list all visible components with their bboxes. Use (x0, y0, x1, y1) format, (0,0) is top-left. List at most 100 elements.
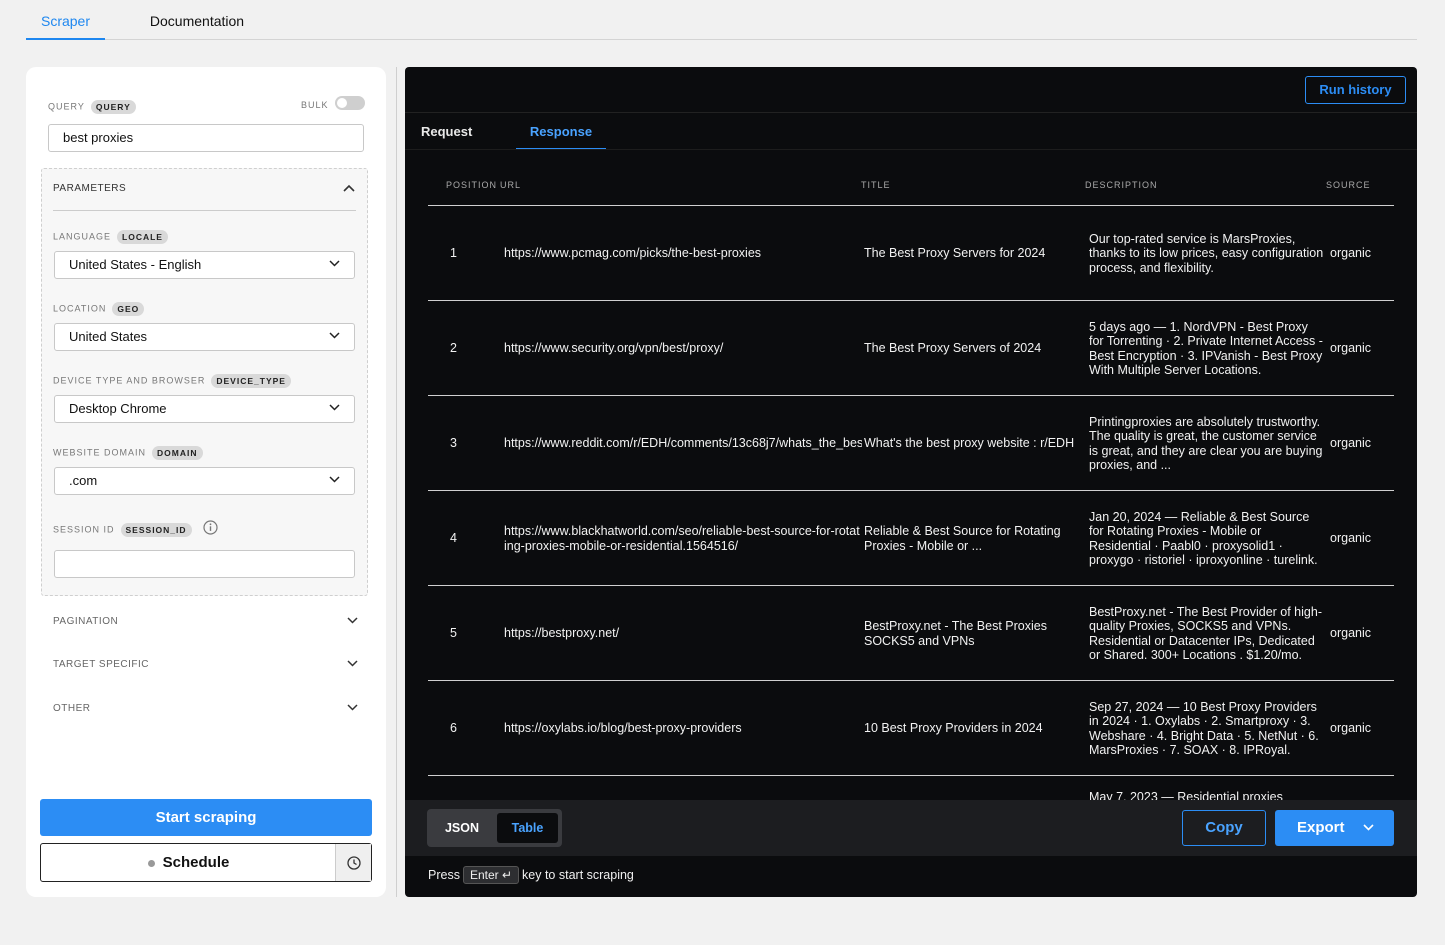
domain-select[interactable]: .com (54, 467, 355, 495)
clock-icon (346, 855, 361, 870)
cell-title: BestProxy.net - The Best Proxies SOCKS5 … (864, 619, 1047, 648)
enter-key-badge: Enter ↵ (462, 866, 520, 884)
bulk-label: BULK (301, 100, 329, 110)
cell-url[interactable]: https://bestproxy.net/ (504, 586, 862, 681)
schedule-button[interactable]: Schedule (40, 843, 372, 882)
cell-source: organic (1330, 721, 1371, 736)
chevron-up-icon[interactable] (343, 184, 355, 192)
status-dot-icon (147, 859, 155, 867)
pagination-section[interactable]: PAGINATION (53, 616, 358, 627)
tab-scraper[interactable]: Scraper (26, 0, 105, 40)
export-button[interactable]: Export (1275, 810, 1394, 846)
json-view-button[interactable]: JSON (431, 813, 493, 843)
keyboard-hint: Press Enter ↵ key to start scraping (428, 866, 634, 884)
cell-url[interactable]: https://oxylabs.io/blog/best-proxy-provi… (504, 681, 862, 776)
geo-badge: GEO (112, 302, 145, 316)
tab-response[interactable]: Response (516, 124, 606, 150)
other-section[interactable]: OTHER (53, 703, 358, 714)
cell-position: 6 (450, 721, 457, 736)
cell-url[interactable]: https://www.security.org/vpn/best/proxy/ (504, 301, 862, 396)
query-input[interactable]: best proxies (48, 124, 364, 152)
table-row[interactable]: 3 https://www.reddit.com/r/EDH/comments/… (428, 396, 1394, 491)
column-header-title: TITLE (861, 180, 891, 190)
scraper-settings-panel: QUERY QUERY BULK best proxies PARAMETERS … (26, 67, 386, 897)
cell-description: Sep 27, 2024 — 10 Best Proxy Providers i… (1089, 699, 1319, 758)
cell-url[interactable]: https://www.reddit.com/r/EDH/comments/13… (504, 396, 862, 491)
header-divider (405, 112, 1417, 113)
column-header-source: SOURCE (1326, 180, 1371, 190)
run-history-button[interactable]: Run history (1305, 76, 1406, 104)
results-table: POSITION URL TITLE DESCRIPTION SOURCE 1 … (428, 172, 1394, 800)
cell-position: 2 (450, 341, 457, 356)
device-select[interactable]: Desktop Chrome (54, 395, 355, 423)
copy-button[interactable]: Copy (1182, 810, 1266, 846)
bulk-toggle-knob (337, 98, 347, 108)
language-value: United States - English (69, 257, 202, 272)
session-id-input[interactable] (54, 550, 355, 578)
cell-source: organic (1330, 436, 1371, 451)
schedule-clock-button[interactable] (335, 844, 371, 881)
cell-source: organic (1330, 246, 1371, 261)
location-value: United States (69, 329, 148, 344)
target-specific-section[interactable]: TARGET SPECIFIC (53, 659, 358, 670)
table-row[interactable]: 2 https://www.security.org/vpn/best/prox… (428, 301, 1394, 396)
cell-description: Printingproxies are absolutely trustwort… (1089, 414, 1323, 473)
locale-badge: LOCALE (117, 230, 168, 244)
results-panel: Run history Request Response POSITION UR… (405, 67, 1417, 897)
cell-url[interactable]: https://www.blackhatworld.com/seo/reliab… (504, 491, 862, 586)
session-id-badge: SESSION_ID (120, 523, 192, 537)
parameters-title: PARAMETERS (53, 183, 127, 194)
cell-url[interactable]: https://www.pcmag.com/picks/the-best-pro… (504, 206, 862, 301)
top-nav: Scraper Documentation (26, 0, 1417, 40)
table-row[interactable]: 1 https://www.pcmag.com/picks/the-best-p… (428, 206, 1394, 301)
cell-description: BestProxy.net - The Best Provider of hig… (1089, 604, 1322, 663)
cell-position: 1 (450, 246, 457, 261)
cell-description: Our top-rated service is MarsProxies, th… (1089, 231, 1324, 275)
table-view-button[interactable]: Table (497, 813, 558, 843)
start-scraping-button[interactable]: Start scraping (40, 799, 372, 836)
table-row[interactable]: 6 https://oxylabs.io/blog/best-proxy-pro… (428, 681, 1394, 776)
chevron-down-icon (329, 404, 340, 411)
cell-title: Reliable & Best Source for Rotating Prox… (864, 524, 1061, 553)
cell-source: organic (1330, 341, 1371, 356)
table-row-partial[interactable]: May 7, 2023 — Residential proxies themse… (428, 776, 1394, 800)
chevron-down-icon (329, 260, 340, 267)
chevron-down-icon (347, 704, 358, 711)
cell-title: 10 Best Proxy Providers in 2024 (864, 721, 1043, 736)
domain-value: .com (69, 473, 98, 488)
chevron-down-icon (329, 332, 340, 339)
cell-description: May 7, 2023 — Residential proxies themse… (1089, 790, 1283, 800)
device-value: Desktop Chrome (69, 401, 167, 416)
parameters-section: PARAMETERS LANGUAGE LOCALE United States … (41, 168, 368, 596)
domain-label: WEBSITE DOMAIN DOMAIN (53, 446, 203, 460)
location-select[interactable]: United States (54, 323, 355, 351)
schedule-main[interactable]: Schedule (41, 844, 336, 881)
session-label: SESSION ID SESSION_ID (53, 523, 192, 537)
tab-documentation[interactable]: Documentation (131, 0, 263, 40)
chevron-down-icon (1363, 824, 1374, 831)
query-badge: QUERY (90, 100, 136, 114)
column-header-description: DESCRIPTION (1085, 180, 1158, 190)
cell-description: Jan 20, 2024 — Reliable & Best Source fo… (1089, 509, 1318, 568)
info-icon[interactable] (203, 520, 218, 535)
cell-title: The Best Proxy Servers for 2024 (864, 246, 1046, 261)
bulk-toggle[interactable] (335, 96, 365, 110)
tabs-divider (405, 149, 1417, 150)
chevron-down-icon (329, 476, 340, 483)
language-select[interactable]: United States - English (54, 251, 355, 279)
query-label: QUERY QUERY (48, 100, 136, 114)
cell-description: 5 days ago — 1. NordVPN - Best Proxy for… (1089, 319, 1323, 378)
results-toolbar: JSON Table Copy Export (405, 800, 1417, 856)
language-label: LANGUAGE LOCALE (53, 230, 168, 244)
column-header-position: POSITION (446, 180, 498, 190)
cell-position: 5 (450, 626, 457, 641)
table-row[interactable]: 5 https://bestproxy.net/ BestProxy.net -… (428, 586, 1394, 681)
table-row[interactable]: 4 https://www.blackhatworld.com/seo/reli… (428, 491, 1394, 586)
column-header-url: URL (500, 180, 522, 190)
chevron-down-icon (347, 660, 358, 667)
cell-title: What's the best proxy website : r/EDH (864, 436, 1075, 451)
device-label: DEVICE TYPE AND BROWSER DEVICE_TYPE (53, 374, 291, 388)
tab-request[interactable]: Request (421, 124, 481, 150)
parameters-divider (53, 210, 356, 211)
panel-divider (396, 67, 397, 897)
